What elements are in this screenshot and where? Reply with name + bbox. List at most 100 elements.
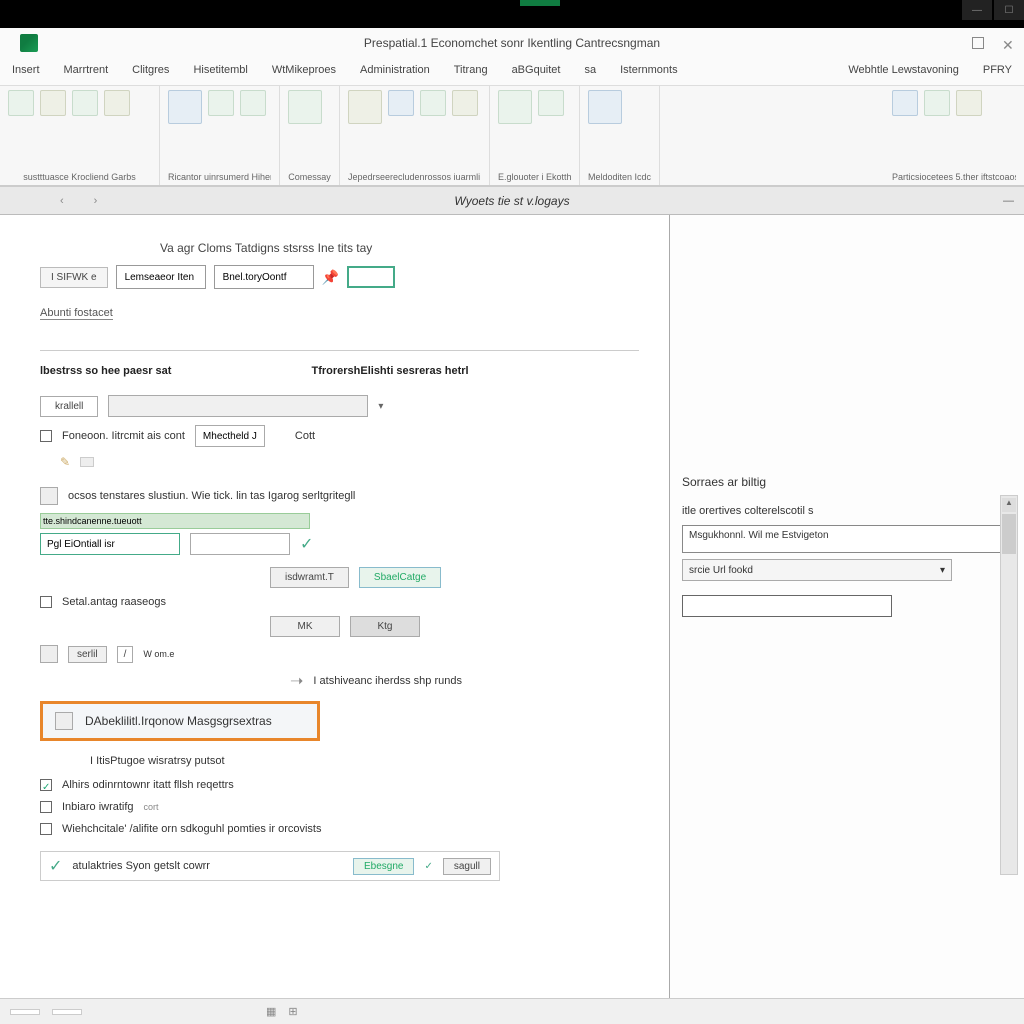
dropdown-arrow-icon[interactable]: ▾ [378, 401, 383, 412]
secondary-button[interactable]: isdwramt.T [270, 567, 349, 588]
checkbox-4[interactable] [40, 801, 52, 813]
layout-option-icon [55, 712, 73, 730]
green-input[interactable] [40, 533, 180, 555]
ribbon-icon[interactable] [924, 90, 950, 116]
advanced-link[interactable]: Abunti fostacet [40, 307, 113, 320]
status-bar: ▦ ⊞ [0, 998, 1024, 1024]
nav-back-icon[interactable]: ‹ [60, 195, 64, 207]
tab-2[interactable]: Clitgres [120, 58, 181, 85]
tab-9[interactable]: Isternmonts [608, 58, 689, 85]
ribbon-group-6: Particsiocetees 5.ther iftstcoaos Artagu… [884, 86, 1024, 185]
status-icon[interactable]: ▦ [266, 1005, 276, 1018]
tab-4[interactable]: WtMikeproes [260, 58, 348, 85]
highlighted-option[interactable]: DAbeklilitl.Irqonow Masgsgrsextras [40, 701, 320, 741]
ribbon-icon[interactable] [420, 90, 446, 116]
tab-1[interactable]: Marrtrent [52, 58, 121, 85]
ribbon-group-label: Meldoditen Icdchigmnatu [588, 173, 651, 183]
ktg-button[interactable]: Ktg [350, 616, 420, 637]
ribbon-icon[interactable] [208, 90, 234, 116]
tab-help[interactable]: PFRY [971, 58, 1024, 85]
ribbon-icon[interactable] [72, 90, 98, 116]
ribbon-group-spacer [660, 86, 884, 185]
checkbox-5[interactable] [40, 823, 52, 835]
ribbon-group-0: sustttuasce Krocliend Garbs [0, 86, 160, 185]
color-swatch[interactable] [347, 266, 395, 288]
ribbon-icon[interactable] [104, 90, 130, 116]
small-tool-1[interactable]: serlil [68, 646, 107, 663]
toolbar-input-2[interactable] [214, 265, 314, 289]
ribbon-icon[interactable] [956, 90, 982, 116]
small-box-icon[interactable] [80, 457, 94, 467]
collapse-icon[interactable]: — [1003, 195, 1014, 207]
scroll-thumb[interactable] [1002, 514, 1016, 554]
ribbon-icon[interactable] [40, 90, 66, 116]
close-icon[interactable]: ✕ [1002, 37, 1014, 49]
checkmark-icon[interactable]: ✓ [300, 534, 313, 554]
window-controls: ✕ [972, 37, 1014, 49]
os-max-icon[interactable]: ☐ [994, 0, 1024, 20]
nav-fwd-icon[interactable]: › [94, 195, 98, 207]
document-title: Prespatial.1 Economchet sonr Ikentling C… [364, 36, 660, 50]
checkbox-3[interactable] [40, 779, 52, 791]
tab-share[interactable]: Webhtle Lewstavoning [836, 58, 970, 85]
layout-icon-1[interactable] [40, 645, 58, 663]
ribbon-icon[interactable] [168, 90, 202, 124]
checkbox-1[interactable] [40, 430, 52, 442]
ribbon-icon[interactable] [348, 90, 382, 124]
ribbon-group-4: E.glouoter i Ekotthant [490, 86, 580, 185]
os-window-buttons: — ☐ [962, 0, 1024, 20]
tab-button[interactable]: krallell [40, 396, 98, 417]
scroll-up-icon[interactable]: ▲ [1002, 498, 1016, 512]
ribbon-icon[interactable] [498, 90, 532, 124]
sheet-tab-1[interactable] [10, 1009, 40, 1015]
secondary-input[interactable] [190, 533, 290, 555]
minimize-icon[interactable] [972, 37, 984, 49]
highlight-label: DAbeklilitl.Irqonow Masgsgrsextras [85, 714, 272, 728]
section-heading-left: lbestrss so hee paesr sat [40, 365, 171, 377]
tab-insert[interactable]: Insert [0, 58, 52, 85]
ribbon-icon[interactable] [288, 90, 322, 124]
ribbon-icon[interactable] [452, 90, 478, 116]
ribbon-icon[interactable] [8, 90, 34, 116]
action-button[interactable]: SbaelCatge [359, 567, 441, 588]
final-btn-1[interactable]: Ebesgne [353, 858, 414, 875]
section-heading-right: TfrorershElishti sesreras hetrl [311, 365, 468, 377]
toolbar-input-1[interactable] [116, 265, 206, 289]
small-tool-2[interactable]: / [117, 646, 134, 663]
content-header-bar: ‹ › Wyoets tie st v.logays — [0, 187, 1024, 215]
inline-box[interactable]: Mhectheld J [195, 425, 265, 447]
os-min-icon[interactable]: — [962, 0, 992, 20]
tab-7[interactable]: aBGquitet [500, 58, 573, 85]
main-content: Va agr Cloms Tatdigns stsrss Ine tits ta… [0, 215, 1024, 1015]
right-dropdown[interactable]: srcie Url fookd ▾ [682, 559, 952, 581]
ribbon: sustttuasce Krocliend Garbs Ricantor uin… [0, 86, 1024, 186]
checkbox-2[interactable] [40, 596, 52, 608]
pencil-icon[interactable]: ✎ [60, 455, 70, 469]
dropdown-input[interactable] [108, 395, 368, 417]
ribbon-icon[interactable] [388, 90, 414, 116]
ribbon-icon[interactable] [588, 90, 622, 124]
final-btn-2[interactable]: sagull [443, 858, 491, 875]
pin-icon[interactable]: 📌 [322, 269, 339, 286]
ribbon-icon[interactable] [240, 90, 266, 116]
dropdown-chevron-icon: ▾ [940, 565, 945, 576]
mk-button[interactable]: MK [270, 616, 340, 637]
ribbon-icon[interactable] [892, 90, 918, 116]
tab-3[interactable]: Hisetitembl [181, 58, 259, 85]
settings-pane: Va agr Cloms Tatdigns stsrss Ine tits ta… [0, 215, 670, 1015]
right-sub-2: orertives colterelscotil s [699, 505, 813, 517]
tab-6[interactable]: Titrang [442, 58, 500, 85]
check-label-1: Alhirs odinrntownr itatt fllsh reqettrs [62, 779, 234, 791]
right-input-2[interactable] [682, 595, 892, 617]
status-icon-2[interactable]: ⊞ [288, 1005, 297, 1018]
sub-indent-label: I ItisPtugoe wisratrsy putsot [90, 755, 225, 767]
toggle-icon[interactable] [40, 487, 58, 505]
sheet-tab-2[interactable] [52, 1009, 82, 1015]
tab-8[interactable]: sa [572, 58, 608, 85]
ribbon-icon[interactable] [538, 90, 564, 116]
vertical-scrollbar[interactable]: ▲ [1000, 495, 1018, 875]
right-text-box[interactable]: Msgukhonnl. Wil me Estvigeton [682, 525, 1012, 553]
toolbar-btn-1[interactable]: I SIFWK e [40, 267, 108, 288]
tab-5[interactable]: Administration [348, 58, 442, 85]
check-label-3: Wiehchcitale' /alifite orn sdkoguhl pomt… [62, 823, 321, 835]
